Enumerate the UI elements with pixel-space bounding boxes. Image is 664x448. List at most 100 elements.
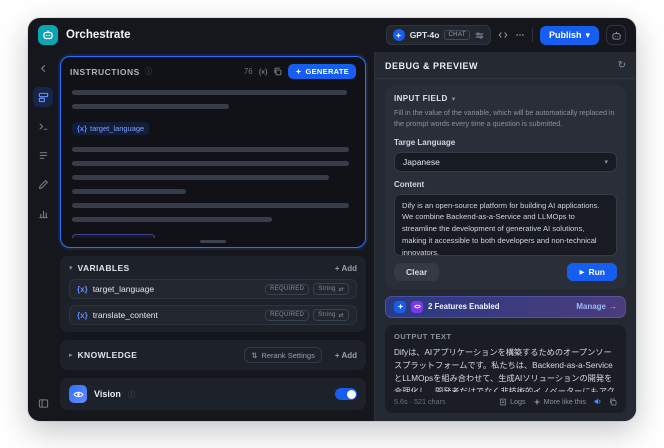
rerank-icon: ⇅ <box>251 350 258 360</box>
braces-icon: {x} <box>77 284 88 294</box>
features-label: 2 Features Enabled <box>428 302 500 312</box>
variable-chip-translate-content[interactable]: {x} translate_content <box>72 234 155 238</box>
model-params-icon[interactable] <box>475 31 484 40</box>
required-badge: REQUIRED <box>265 309 310 321</box>
swap-type-icon: ⇄ <box>338 312 344 319</box>
target-language-select[interactable]: Japanese ▾ <box>394 151 617 172</box>
logs-button[interactable]: Logs <box>499 397 526 406</box>
instructions-title: INSTRUCTIONS <box>70 66 140 77</box>
more-options-icon[interactable] <box>515 30 525 40</box>
app-header: Orchestrate GPT-4o CHAT Publish ▾ <box>28 18 636 52</box>
vision-section: Vision ⓘ <box>60 378 366 410</box>
chevron-right-icon[interactable]: ▸ <box>69 351 73 359</box>
page-title: Orchestrate <box>66 29 131 41</box>
logs-icon <box>500 398 507 405</box>
skeleton-line <box>72 189 187 194</box>
instructions-card: INSTRUCTIONS ⓘ 76 {x} GENERATE {x} targe… <box>60 56 366 248</box>
variables-title: VARIABLES <box>77 263 130 273</box>
sidebar-item-api[interactable] <box>33 116 53 136</box>
feature-icon-2 <box>411 300 423 313</box>
refresh-icon[interactable]: ↻ <box>618 60 626 71</box>
sidebar-item-monitoring[interactable] <box>33 203 53 223</box>
collapse-panel-icon[interactable] <box>33 393 53 413</box>
variable-row-target-language[interactable]: {x} target_language REQUIRED String ⇄ <box>69 279 357 299</box>
skeleton-line <box>72 147 350 152</box>
left-sidebar <box>28 52 58 421</box>
input-field-description: Fill in the value of the variable, which… <box>394 108 615 128</box>
output-section: OUTPUT TEXT Difyは、AIアプリケーションを構築するためのオープン… <box>385 324 626 413</box>
debug-title: DEBUG & PREVIEW <box>385 60 479 71</box>
back-icon[interactable] <box>33 58 53 78</box>
scroll-indicator[interactable] <box>200 240 226 243</box>
divider <box>375 78 636 79</box>
speaker-button[interactable] <box>593 397 602 406</box>
copy-icon[interactable] <box>273 67 282 76</box>
skeleton-line <box>72 161 350 166</box>
insert-variable-icon[interactable]: {x} <box>259 67 268 76</box>
sparkle-icon <box>296 68 302 75</box>
vision-eye-icon <box>69 385 87 403</box>
content-label: Content <box>394 179 425 189</box>
add-variable-button[interactable]: + Add <box>335 264 357 273</box>
skeleton-line <box>72 90 347 95</box>
chevron-down-icon: ▾ <box>451 95 456 103</box>
assistant-button[interactable] <box>606 25 626 45</box>
input-field-card: INPUT FIELD ▾ Fill in the value of the v… <box>385 86 626 289</box>
skeleton-line <box>72 104 230 109</box>
feature-icon-1 <box>394 300 406 313</box>
generate-button[interactable]: GENERATE <box>288 64 356 79</box>
skeleton-line <box>72 217 273 222</box>
variables-section: ▾ VARIABLES + Add {x} target_language RE… <box>60 256 366 332</box>
type-badge[interactable]: String ⇄ <box>313 283 349 295</box>
publish-button[interactable]: Publish ▾ <box>539 25 599 45</box>
swap-type-icon: ⇄ <box>338 286 344 293</box>
output-text: Difyは、AIアプリケーションを構築するためのオープンソースプラットフォームで… <box>394 347 615 392</box>
sparkle-icon <box>533 398 540 405</box>
chevron-down-icon[interactable]: ▾ <box>69 264 73 272</box>
model-selector[interactable]: GPT-4o CHAT <box>385 25 491 45</box>
copy-icon <box>610 398 617 405</box>
sidebar-item-logs[interactable] <box>33 145 53 165</box>
copy-output-button[interactable] <box>609 398 617 406</box>
features-bar: 2 Features Enabled Manage → <box>385 295 626 318</box>
variable-row-translate-content[interactable]: {x} translate_content REQUIRED String ⇄ <box>69 305 357 325</box>
app-window: Orchestrate GPT-4o CHAT Publish ▾ INSTRU… <box>28 18 636 421</box>
input-field-header[interactable]: INPUT FIELD ▾ <box>394 94 617 103</box>
content-textarea[interactable]: Dify is an open-source platform for buil… <box>394 193 617 256</box>
info-icon: ⓘ <box>127 389 136 399</box>
run-button[interactable]: ▶ Run <box>567 262 617 281</box>
header-divider <box>531 28 533 42</box>
char-count: 76 <box>243 67 253 76</box>
variable-chip-target-language[interactable]: {x} target_language <box>72 122 150 135</box>
skeleton-line <box>72 203 350 208</box>
model-provider-icon <box>392 29 405 41</box>
info-icon: ⓘ <box>144 67 153 76</box>
chevron-down-icon: ▾ <box>604 158 608 166</box>
type-badge[interactable]: String ⇄ <box>313 309 349 321</box>
rerank-settings-button[interactable]: ⇅ Rerank Settings <box>244 347 322 363</box>
add-knowledge-button[interactable]: + Add <box>335 351 357 360</box>
output-title: OUTPUT TEXT <box>394 331 452 341</box>
more-like-this-button[interactable]: More like this <box>533 397 586 406</box>
arrow-right-icon: → <box>609 302 617 312</box>
knowledge-title: KNOWLEDGE <box>77 350 138 360</box>
debug-preview-panel: DEBUG & PREVIEW ↻ INPUT FIELD ▾ Fill in … <box>374 52 636 421</box>
play-icon: ▶ <box>579 268 585 276</box>
api-doc-icon[interactable] <box>498 30 508 40</box>
sidebar-item-orchestrate[interactable] <box>33 87 53 107</box>
vision-toggle[interactable] <box>335 388 357 400</box>
orchestrate-canvas: INSTRUCTIONS ⓘ 76 {x} GENERATE {x} targe… <box>58 52 374 421</box>
clear-button[interactable]: Clear <box>394 262 440 281</box>
braces-icon: {x} <box>77 310 88 320</box>
output-meta: 5.6s · 521 chars <box>394 397 446 406</box>
target-language-label: Targe Language <box>394 137 456 147</box>
model-mode-badge: CHAT <box>444 30 470 40</box>
model-name: GPT-4o <box>409 30 440 40</box>
manage-features-link[interactable]: Manage → <box>576 302 617 311</box>
skeleton-line <box>72 175 330 180</box>
sidebar-item-annotation[interactable] <box>33 174 53 194</box>
vision-label: Vision <box>94 389 121 399</box>
prompt-editor[interactable]: {x} target_language {x} translate_conten… <box>70 79 356 238</box>
knowledge-section: ▸ KNOWLEDGE ⇅ Rerank Settings + Add <box>60 340 366 370</box>
dify-logo-icon <box>38 25 58 45</box>
